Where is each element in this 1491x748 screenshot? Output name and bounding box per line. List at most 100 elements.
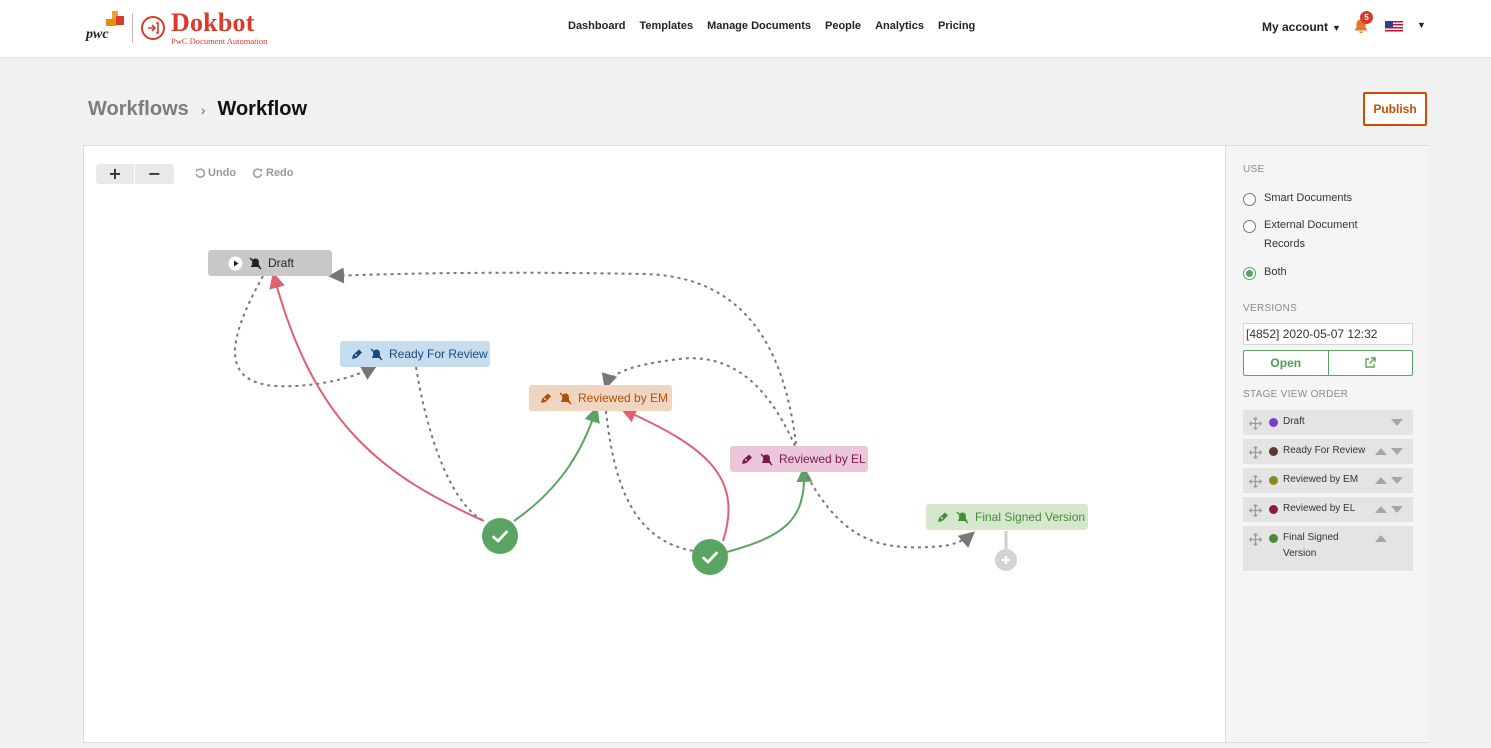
stage-label: Final Signed Version: [975, 510, 1086, 524]
stage-label: Reviewed by EM: [578, 391, 669, 405]
nav-dashboard[interactable]: Dashboard: [568, 20, 625, 32]
edge-review-to-check: [415, 366, 485, 522]
external-link-button[interactable]: [1329, 351, 1413, 375]
drag-handle-icon[interactable]: [1249, 475, 1262, 488]
move-down-icon[interactable]: [1391, 477, 1403, 484]
check-icon: [702, 551, 718, 563]
drag-handle-icon[interactable]: [1249, 446, 1262, 459]
version-select[interactable]: [4852] 2020-05-07 12:32: [1243, 323, 1413, 345]
redo-icon: [253, 168, 263, 178]
undo-button[interactable]: Undo: [195, 167, 236, 179]
pen-icon[interactable]: [936, 511, 950, 524]
order-item-draft[interactable]: Draft: [1243, 410, 1413, 435]
breadcrumb-workflows[interactable]: Workflows: [88, 98, 189, 121]
workflow-edges: [234, 267, 1008, 553]
play-icon[interactable]: [228, 256, 243, 271]
settings-panel: USE Smart Documents External Document Re…: [1225, 146, 1429, 742]
add-stage-button[interactable]: [995, 549, 1017, 571]
approval-node-1[interactable]: [482, 518, 518, 554]
order-item-reviewed-by-em[interactable]: Reviewed by EM: [1243, 468, 1413, 493]
brand-tagline: PwC Document Automation: [171, 36, 268, 47]
open-version-button[interactable]: Open: [1244, 351, 1329, 375]
move-up-icon[interactable]: [1375, 448, 1387, 455]
radio-button[interactable]: [1243, 193, 1256, 206]
move-up-icon[interactable]: [1375, 535, 1387, 542]
order-item-reviewed-by-el[interactable]: Reviewed by EL: [1243, 497, 1413, 522]
pen-icon[interactable]: [740, 453, 754, 466]
undo-label: Undo: [208, 167, 237, 179]
muted-bell-icon[interactable]: [370, 348, 383, 361]
muted-bell-icon[interactable]: [956, 511, 969, 524]
redo-button[interactable]: Redo: [253, 167, 294, 179]
nav-manage-documents[interactable]: Manage Documents: [707, 20, 811, 32]
account-label: My account: [1262, 20, 1329, 34]
order-item-final-signed-version[interactable]: Final Signed Version: [1243, 526, 1413, 571]
publish-button[interactable]: Publish: [1363, 92, 1427, 126]
use-option-smart-documents[interactable]: Smart Documents: [1243, 192, 1352, 208]
move-down-icon[interactable]: [1391, 419, 1403, 426]
pen-icon[interactable]: [350, 348, 364, 361]
notification-badge: 5: [1360, 11, 1373, 24]
radio-button-selected[interactable]: [1243, 267, 1256, 280]
brand-logo[interactable]: pwc Dokbot PwC Document Automation: [86, 10, 267, 46]
stage-node-reviewed-by-em[interactable]: Reviewed by EM: [529, 385, 672, 411]
stage-color-dot: [1269, 476, 1278, 485]
undo-icon: [195, 168, 205, 178]
breadcrumb: Workflows › Workflow: [88, 98, 307, 121]
muted-bell-icon[interactable]: [760, 453, 773, 466]
account-menu[interactable]: My account ▼: [1262, 20, 1341, 34]
external-link-icon: [1365, 357, 1376, 368]
stage-color-dot: [1269, 447, 1278, 456]
nav-templates[interactable]: Templates: [639, 20, 693, 32]
stage-node-final-signed-version[interactable]: Final Signed Version: [926, 504, 1088, 530]
radio-button[interactable]: [1243, 220, 1256, 233]
version-actions: Open: [1243, 350, 1413, 376]
drag-handle-icon[interactable]: [1249, 504, 1262, 517]
zoom-out-button[interactable]: −: [135, 164, 174, 184]
workflow-canvas[interactable]: + − Undo Redo Draft Ready For Review Rev…: [84, 146, 1225, 742]
nav-people[interactable]: People: [825, 20, 861, 32]
drag-handle-icon[interactable]: [1249, 533, 1262, 546]
edge-em-to-check2: [605, 410, 695, 552]
nav-analytics[interactable]: Analytics: [875, 20, 924, 32]
stage-label: Ready For Review: [389, 347, 488, 361]
stage-node-ready-for-review[interactable]: Ready For Review: [340, 341, 490, 367]
order-item-ready-for-review[interactable]: Ready For Review: [1243, 439, 1413, 464]
breadcrumb-separator: ›: [200, 101, 206, 118]
stage-label: Draft: [268, 256, 295, 270]
us-flag-icon[interactable]: [1385, 21, 1403, 33]
move-up-icon[interactable]: [1375, 477, 1387, 484]
muted-bell-icon[interactable]: [559, 392, 572, 405]
order-item-label: Reviewed by EL: [1283, 503, 1356, 514]
stage-color-dot: [1269, 418, 1278, 427]
stage-node-reviewed-by-el[interactable]: Reviewed by EL: [730, 446, 868, 472]
pen-icon[interactable]: [539, 392, 553, 405]
language-chevron-down-icon[interactable]: ▼: [1417, 20, 1426, 30]
nav-pricing[interactable]: Pricing: [938, 20, 975, 32]
edge-approve-to-el: [726, 466, 813, 553]
check-icon: [492, 530, 508, 542]
order-item-label: Final Signed Version: [1283, 532, 1339, 559]
stage-color-dot: [1269, 534, 1278, 543]
pwc-mark-icon: [106, 11, 124, 26]
use-option-both[interactable]: Both: [1243, 266, 1287, 282]
stage-order-section-title: STAGE VIEW ORDER: [1243, 389, 1349, 400]
radio-label: External Document Records: [1264, 219, 1358, 250]
move-down-icon[interactable]: [1391, 448, 1403, 455]
stage-node-draft[interactable]: Draft: [208, 250, 332, 276]
pwc-logo: pwc: [86, 11, 124, 43]
approval-node-2[interactable]: [692, 539, 728, 575]
edge-approve-to-em: [513, 406, 600, 522]
move-down-icon[interactable]: [1391, 506, 1403, 513]
chevron-down-icon: ▼: [1332, 23, 1341, 33]
use-option-external-records[interactable]: External Document Records: [1243, 219, 1373, 254]
edge-reject-to-draft: [269, 272, 485, 522]
move-up-icon[interactable]: [1375, 506, 1387, 513]
drag-handle-icon[interactable]: [1249, 417, 1262, 430]
logo-divider: [132, 13, 133, 43]
edge-reject-to-em: [620, 407, 730, 542]
muted-bell-icon[interactable]: [249, 257, 262, 270]
zoom-in-button[interactable]: +: [96, 164, 135, 184]
stage-label: Reviewed by EL: [779, 452, 866, 466]
brand-name: Dokbot: [171, 8, 255, 38]
